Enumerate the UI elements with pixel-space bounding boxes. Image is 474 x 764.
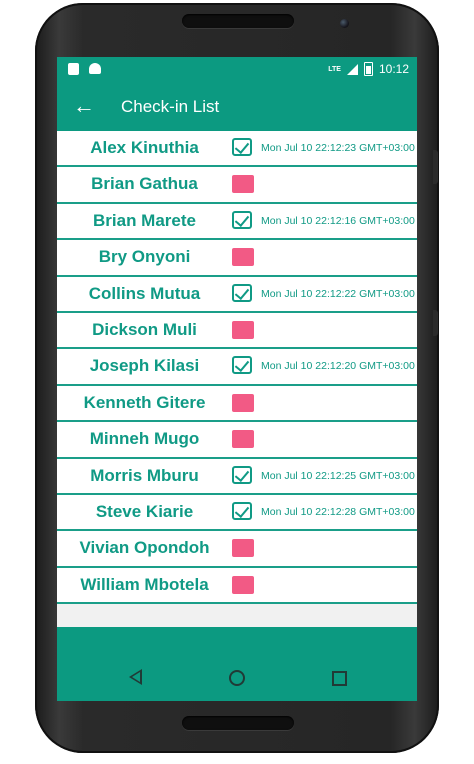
- checkbox-checked-icon: [232, 356, 252, 375]
- checked-in-icon: [232, 465, 254, 486]
- attendee-name: Bry Onyoni: [98, 247, 191, 267]
- attendee-name: Joseph Kilasi: [89, 356, 200, 376]
- not-checked-in-indicator: [232, 247, 254, 267]
- attendee-name: William Mbotela: [80, 574, 209, 594]
- list-item[interactable]: Minneh Mugo: [57, 422, 417, 459]
- pending-status-icon: [232, 175, 254, 194]
- not-checked-in-indicator: [232, 174, 254, 194]
- attendee-name: Brian Gathua: [91, 174, 198, 194]
- attendee-name: Brian Marete: [93, 210, 196, 230]
- front-camera-icon: [340, 19, 349, 28]
- list-item[interactable]: Morris Mburu Mon Jul 10 22:12:25 GMT+03:0…: [57, 458, 417, 495]
- attendee-name: Alex Kinuthia: [90, 138, 199, 157]
- status-time: 10:12: [378, 62, 409, 76]
- signal-icon: [346, 63, 358, 75]
- status-bar: LTE 10:12: [57, 57, 417, 83]
- list-item[interactable]: Brian Gathua: [57, 167, 417, 204]
- tick-mark-icon: [234, 502, 250, 518]
- power-button: [433, 310, 438, 336]
- list-item[interactable]: Brian Marete Mon Jul 10 22:12:16 GMT+03:0…: [57, 203, 417, 241]
- list-item[interactable]: Collins Mutua Mon Jul 10 22:12:22 GMT+03:…: [57, 276, 417, 313]
- list-item[interactable]: William Mbotela: [57, 567, 417, 605]
- checkbox-checked-icon: [232, 501, 252, 520]
- not-checked-in-indicator: [232, 538, 254, 558]
- pending-status-icon: [232, 430, 254, 449]
- list-item[interactable]: Alex Kinuthia Mon Jul 10 22:12:23 GMT+03:…: [57, 131, 417, 168]
- attendee-name: Collins Mutua: [88, 283, 201, 303]
- bottom-speaker: [182, 716, 294, 730]
- checkbox-checked-icon: [232, 283, 252, 302]
- android-icon: [89, 63, 101, 74]
- nav-back-icon[interactable]: [129, 669, 142, 685]
- checked-in-icon: [232, 210, 254, 231]
- attendee-name: Kenneth Gitere: [83, 392, 206, 412]
- checkin-time: Mon Jul 10 22:12:25 GMT+03:00: [261, 469, 415, 482]
- attendee-name: Dickson Muli: [92, 319, 197, 339]
- list-item[interactable]: Vivian Opondoh: [57, 531, 417, 568]
- page-title: Check-in List: [121, 97, 220, 116]
- checkin-time: Mon Jul 10 22:12:20 GMT+03:00: [261, 360, 415, 373]
- pending-status-icon: [232, 393, 254, 412]
- attendee-name: Morris Mburu: [90, 465, 199, 485]
- not-checked-in-indicator: [232, 575, 254, 595]
- checked-in-icon: [232, 356, 254, 376]
- volume-button: [433, 150, 438, 184]
- screen: LTE 10:12 ← Check-in List Alex Kinuthia M…: [57, 57, 417, 701]
- checkin-time: Mon Jul 10 22:12:22 GMT+03:00: [261, 287, 415, 300]
- pending-status-icon: [232, 320, 254, 339]
- checkbox-checked-icon: [232, 465, 252, 484]
- checked-in-icon: [232, 283, 254, 304]
- list-item[interactable]: Steve Kiarie Mon Jul 10 22:12:28 GMT+03:0…: [57, 494, 417, 532]
- attendee-name: Steve Kiarie: [95, 501, 194, 521]
- tick-mark-icon: [234, 138, 250, 155]
- not-checked-in-indicator: [232, 320, 254, 340]
- nav-recents-icon[interactable]: [332, 671, 347, 686]
- attendee-name: Vivian Opondoh: [79, 538, 210, 558]
- list-item[interactable]: Kenneth Gitere: [57, 385, 417, 423]
- checkin-time: Mon Jul 10 22:12:23 GMT+03:00: [261, 142, 415, 154]
- navigation-bar: [57, 627, 417, 701]
- list-item[interactable]: Bry Onyoni: [57, 240, 417, 277]
- not-checked-in-indicator: [232, 393, 254, 413]
- list-item[interactable]: Dickson Muli: [57, 312, 417, 350]
- pending-status-icon: [232, 539, 254, 558]
- tick-mark-icon: [234, 357, 250, 373]
- list-item[interactable]: Joseph Kilasi Mon Jul 10 22:12:20 GMT+03:…: [57, 349, 417, 386]
- checkin-time: Mon Jul 10 22:12:16 GMT+03:00: [261, 214, 415, 227]
- checkin-list: Alex Kinuthia Mon Jul 10 22:12:23 GMT+03:…: [57, 131, 417, 605]
- nav-home-icon[interactable]: [229, 670, 245, 686]
- not-checked-in-indicator: [232, 429, 254, 449]
- sd-card-icon: [68, 63, 79, 75]
- pending-status-icon: [232, 575, 254, 594]
- battery-icon: [363, 62, 373, 76]
- back-arrow-icon[interactable]: ←: [71, 93, 97, 119]
- tick-mark-icon: [234, 211, 250, 227]
- tick-mark-icon: [234, 466, 250, 482]
- checkbox-checked-icon: [232, 210, 252, 229]
- attendee-name: Minneh Mugo: [89, 429, 200, 449]
- app-bar: ← Check-in List: [57, 83, 417, 131]
- checkin-time: Mon Jul 10 22:12:28 GMT+03:00: [261, 505, 415, 518]
- checked-in-icon: [232, 501, 254, 522]
- checkbox-checked-icon: [232, 138, 252, 156]
- network-type: LTE: [328, 65, 341, 73]
- top-speaker: [182, 14, 294, 28]
- tick-mark-icon: [234, 284, 250, 300]
- checked-in-icon: [232, 138, 254, 158]
- pending-status-icon: [232, 248, 254, 267]
